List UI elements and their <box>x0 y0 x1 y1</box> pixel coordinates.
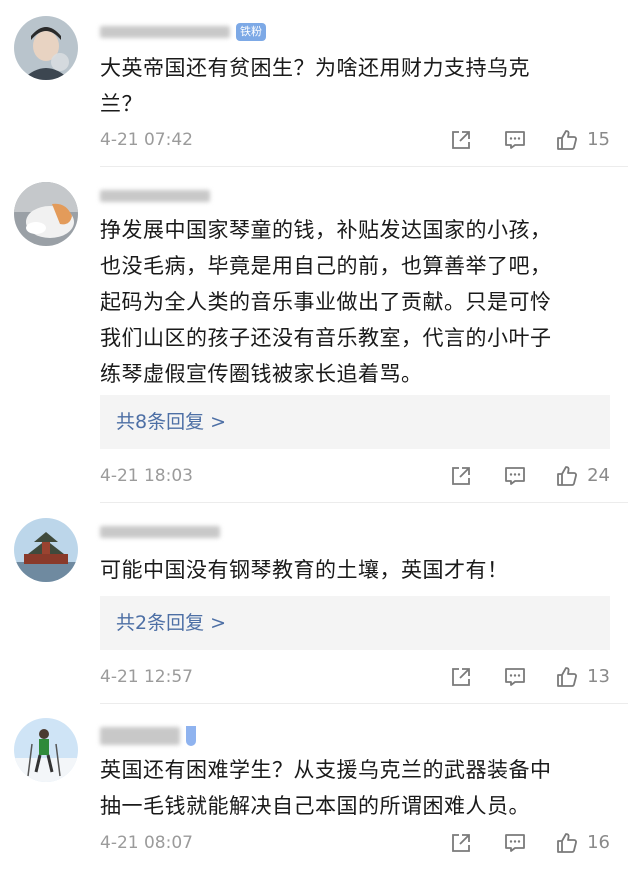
like-count: 24 <box>587 465 610 486</box>
divider <box>100 703 628 704</box>
blurred-username <box>100 26 230 38</box>
avatar-image <box>14 16 78 80</box>
share-button[interactable] <box>449 464 473 488</box>
divider <box>100 166 628 167</box>
share-icon <box>452 467 470 485</box>
avatar[interactable] <box>14 518 78 582</box>
reply-button[interactable] <box>503 665 527 689</box>
comment-icon <box>505 834 525 852</box>
comment-text: 可能中国没有钢琴教育的土壤，英国才有！ <box>100 558 509 582</box>
action-bar: 24 <box>449 461 610 491</box>
action-bar: 16 <box>449 828 610 858</box>
comment-icon <box>505 467 525 485</box>
comment-text: 大英帝国还有贫困生？为啥还用财力支持乌克 兰？ <box>100 56 530 116</box>
timestamp: 4-21 12:57 <box>100 667 193 687</box>
comment-meta: 4-21 08:07 16 <box>100 828 610 858</box>
timestamp: 4-21 08:07 <box>100 833 193 853</box>
action-bar: 13 <box>449 662 610 692</box>
thumbs-up-icon <box>557 130 578 150</box>
comment-meta: 4-21 12:57 13 <box>100 662 610 692</box>
avatar[interactable] <box>14 718 78 782</box>
divider <box>100 502 628 503</box>
thumbs-up-icon <box>557 466 578 486</box>
action-bar: 15 <box>449 125 610 155</box>
reply-button[interactable] <box>503 464 527 488</box>
comment-text: 挣发展中国家琴童的钱，补贴发达国家的小孩， 也没毛病，毕竟是用自己的前，也算善举… <box>100 218 552 386</box>
username[interactable]: 铁粉 <box>100 22 266 42</box>
avatar-image <box>14 718 78 782</box>
reply-button[interactable] <box>503 128 527 152</box>
blurred-username <box>100 526 220 538</box>
thumbs-up-icon <box>557 833 578 853</box>
fan-badge: 铁粉 <box>236 23 266 41</box>
share-button[interactable] <box>449 831 473 855</box>
share-icon <box>452 834 470 852</box>
share-button[interactable] <box>449 665 473 689</box>
share-icon <box>452 131 470 149</box>
avatar[interactable] <box>14 16 78 80</box>
like-button[interactable]: 24 <box>555 461 610 491</box>
username[interactable] <box>100 726 196 746</box>
comment-meta: 4-21 07:42 15 <box>100 125 610 155</box>
comment-text: 英国还有困难学生？从支援乌克兰的武器装备中 抽一毛钱就能解决自己本国的所谓困难人… <box>100 758 552 818</box>
like-button[interactable]: 15 <box>555 125 610 155</box>
username[interactable] <box>100 186 210 206</box>
like-count: 15 <box>587 129 610 150</box>
like-button[interactable]: 16 <box>555 828 610 858</box>
view-replies-button[interactable]: 共2条回复 > <box>100 596 610 650</box>
avatar[interactable] <box>14 182 78 246</box>
comment-icon <box>505 131 525 149</box>
like-button[interactable]: 13 <box>555 662 610 692</box>
timestamp: 4-21 18:03 <box>100 466 193 486</box>
view-replies-button[interactable]: 共8条回复 > <box>100 395 610 449</box>
like-count: 13 <box>587 666 610 687</box>
avatar-image <box>14 182 78 246</box>
verified-badge-icon <box>186 726 196 746</box>
username[interactable] <box>100 522 220 542</box>
comment-icon <box>505 668 525 686</box>
comment-meta: 4-21 18:03 24 <box>100 461 610 491</box>
like-count: 16 <box>587 832 610 853</box>
avatar-image <box>14 518 78 582</box>
blurred-username <box>100 727 180 745</box>
share-icon <box>452 668 470 686</box>
reply-button[interactable] <box>503 831 527 855</box>
timestamp: 4-21 07:42 <box>100 130 193 150</box>
thumbs-up-icon <box>557 667 578 687</box>
blurred-username <box>100 190 210 202</box>
share-button[interactable] <box>449 128 473 152</box>
